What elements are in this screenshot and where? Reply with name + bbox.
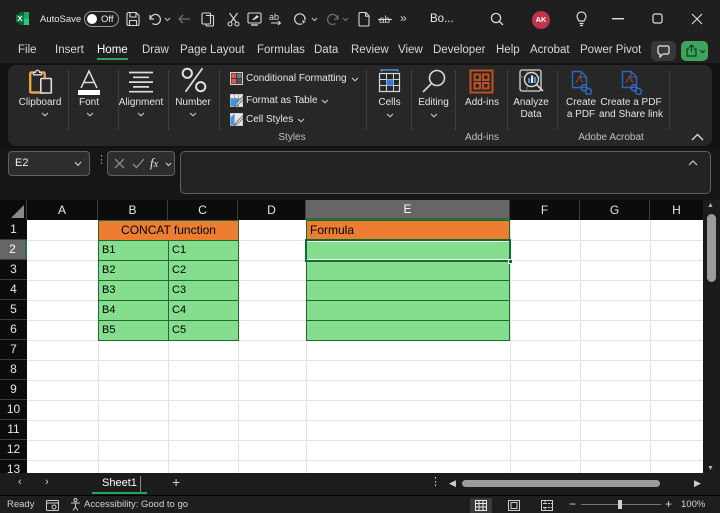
svg-text:ab: ab [379,15,391,26]
svg-text:X: X [17,14,22,23]
svg-text:ab: ab [269,12,279,22]
